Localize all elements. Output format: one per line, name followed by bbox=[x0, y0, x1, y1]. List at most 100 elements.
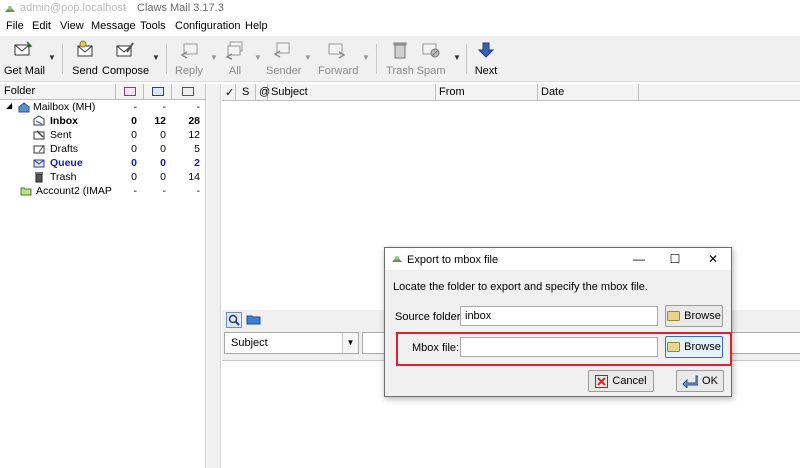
folder-row-sent[interactable]: Sent 0 0 12 bbox=[0, 129, 206, 143]
reply-sender-button[interactable]: Sender bbox=[266, 40, 301, 80]
source-folder-value: inbox bbox=[465, 310, 492, 322]
unread-mail-icon bbox=[152, 87, 164, 96]
reply-sender-dropdown-icon[interactable]: ▼ bbox=[304, 53, 312, 62]
folder-row-queue[interactable]: Queue 0 0 2 bbox=[0, 157, 206, 171]
toolbar: Get Mail ▼ Send Compose ▼ Reply ▼ All ▼ bbox=[0, 36, 800, 82]
cancel-label: Cancel bbox=[612, 375, 647, 387]
unread-column-header[interactable] bbox=[144, 84, 172, 100]
spam-dropdown-icon[interactable]: ▼ bbox=[453, 53, 461, 62]
menu-configuration[interactable]: Configuration bbox=[175, 20, 240, 32]
chevron-down-icon[interactable]: ▼ bbox=[342, 333, 358, 353]
folder-icon bbox=[667, 311, 681, 321]
compose-dropdown-icon[interactable]: ▼ bbox=[152, 53, 160, 62]
status-column-header[interactable]: S bbox=[236, 84, 256, 101]
total-count: 28 bbox=[188, 115, 200, 127]
reply-all-button[interactable]: All bbox=[224, 40, 246, 80]
send-label: Send bbox=[72, 65, 98, 77]
menu-tools[interactable]: Tools bbox=[140, 20, 166, 32]
unread-count: 0 bbox=[160, 171, 166, 183]
app-title: Claws Mail 3.17.3 bbox=[137, 2, 224, 14]
reply-label: Reply bbox=[174, 65, 204, 77]
compose-button[interactable]: Compose bbox=[102, 40, 150, 80]
new-count: 0 bbox=[131, 115, 137, 127]
trash-button[interactable]: Trash bbox=[386, 40, 414, 80]
forward-icon bbox=[328, 43, 346, 59]
subject-column-header[interactable]: Subject bbox=[268, 84, 436, 101]
new-count: 0 bbox=[131, 143, 137, 155]
message-list-header: ✓ S @ Subject From Date bbox=[222, 84, 800, 101]
mark-column-header[interactable]: ✓ bbox=[222, 84, 236, 101]
browse-source-button[interactable]: Browse bbox=[665, 305, 723, 327]
unread-count: 12 bbox=[154, 115, 166, 127]
reply-dropdown-icon[interactable]: ▼ bbox=[210, 53, 218, 62]
spam-button[interactable]: Spam bbox=[416, 40, 446, 80]
close-button[interactable]: ✕ bbox=[699, 250, 727, 268]
folder-header: Folder bbox=[0, 84, 206, 100]
total-count: - bbox=[196, 185, 201, 197]
unread-count: 0 bbox=[160, 129, 166, 141]
maximize-button[interactable]: ☐ bbox=[661, 250, 689, 268]
new-column-header[interactable] bbox=[116, 84, 144, 100]
source-folder-input[interactable]: inbox bbox=[460, 306, 658, 326]
menu-message[interactable]: Message bbox=[91, 20, 136, 32]
unread-count: - bbox=[162, 101, 167, 113]
get-mail-button[interactable]: Get Mail bbox=[4, 40, 45, 80]
send-button[interactable]: Send bbox=[70, 40, 100, 80]
sent-icon bbox=[33, 130, 45, 140]
forward-button[interactable]: Forward bbox=[318, 40, 358, 80]
claws-mail-logo-icon bbox=[5, 6, 15, 12]
date-column-header[interactable]: Date bbox=[538, 84, 639, 101]
total-mail-icon bbox=[182, 87, 194, 96]
attachment-column-header[interactable]: @ bbox=[256, 84, 270, 101]
compose-label: Compose bbox=[102, 65, 150, 77]
trash-label: Trash bbox=[386, 65, 414, 77]
unread-count: - bbox=[162, 185, 167, 197]
reply-button[interactable]: Reply bbox=[174, 40, 204, 80]
forward-dropdown-icon[interactable]: ▼ bbox=[362, 53, 370, 62]
dialog-title: Export to mbox file bbox=[407, 254, 499, 266]
unread-count: 0 bbox=[160, 157, 166, 169]
menu-edit[interactable]: Edit bbox=[32, 20, 51, 32]
folder-search-icon[interactable] bbox=[246, 312, 262, 328]
enter-arrow-icon bbox=[682, 375, 699, 388]
folder-row-drafts[interactable]: Drafts 0 0 5 bbox=[0, 143, 206, 157]
cancel-button[interactable]: Cancel bbox=[588, 370, 654, 392]
browse-source-label: Browse bbox=[684, 310, 721, 322]
trash-icon bbox=[35, 172, 43, 183]
spam-label: Spam bbox=[416, 65, 446, 77]
title-bar: admin@pop.localhost - Claws Mail 3.17.3 bbox=[0, 0, 800, 18]
new-count: 0 bbox=[131, 157, 137, 169]
folder-row-account2[interactable]: Account2 (IMAP - - - bbox=[0, 185, 206, 199]
minimize-button[interactable]: — bbox=[625, 250, 653, 268]
ok-label: OK bbox=[702, 375, 718, 387]
menu-help[interactable]: Help bbox=[245, 20, 268, 32]
folder-row-mailbox[interactable]: ◢ Mailbox (MH) - - - bbox=[0, 101, 206, 115]
folder-icon bbox=[20, 187, 32, 196]
folder-name: Drafts bbox=[50, 143, 79, 155]
menu-view[interactable]: View bbox=[60, 20, 84, 32]
folder-row-trash[interactable]: Trash 0 0 14 bbox=[0, 171, 206, 185]
new-count: 0 bbox=[131, 129, 137, 141]
spam-icon bbox=[422, 43, 440, 58]
search-icon[interactable] bbox=[226, 312, 242, 328]
next-button[interactable]: Next bbox=[474, 40, 498, 80]
folder-name: Account2 (IMAP bbox=[36, 185, 112, 197]
folder-row-inbox[interactable]: Inbox 0 12 28 bbox=[0, 115, 206, 129]
folder-name: Queue bbox=[50, 157, 83, 169]
from-column-header[interactable]: From bbox=[436, 84, 538, 101]
send-icon bbox=[77, 40, 93, 57]
collapse-arrow-icon[interactable]: ◢ bbox=[6, 101, 12, 110]
account-name: admin@pop.localhost bbox=[20, 2, 126, 14]
claws-mail-logo-icon bbox=[392, 256, 402, 262]
queue-icon bbox=[33, 159, 45, 168]
ok-button[interactable]: OK bbox=[676, 370, 724, 392]
pane-splitter[interactable] bbox=[207, 84, 221, 468]
reply-all-dropdown-icon[interactable]: ▼ bbox=[254, 53, 262, 62]
total-count: 12 bbox=[188, 129, 200, 141]
menu-file[interactable]: File bbox=[6, 20, 24, 32]
search-type-select[interactable]: Subject ▼ bbox=[224, 332, 359, 354]
toolbar-separator bbox=[166, 44, 167, 74]
total-column-header[interactable] bbox=[172, 84, 206, 100]
folder-column-header[interactable]: Folder bbox=[0, 84, 116, 100]
get-mail-dropdown-icon[interactable]: ▼ bbox=[48, 53, 56, 62]
